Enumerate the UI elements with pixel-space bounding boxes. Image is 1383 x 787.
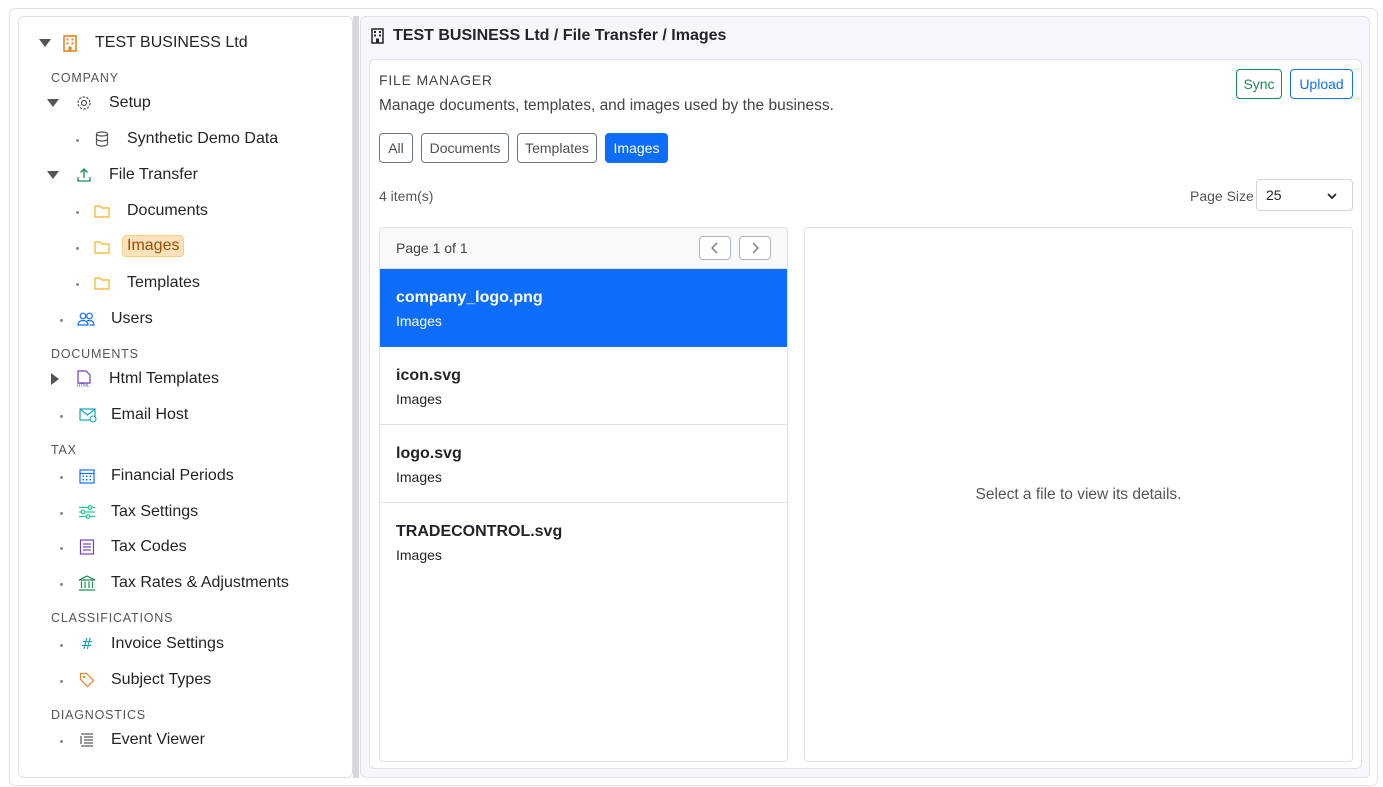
gear-icon [75, 94, 93, 112]
breadcrumb: TEST BUSINESS Ltd / File Transfer / Imag… [371, 27, 726, 45]
sidebar-item-event-viewer[interactable]: Event Viewer [111, 731, 205, 749]
main-panel: TEST BUSINESS Ltd / File Transfer / Imag… [360, 16, 1370, 778]
tree-bullet [60, 644, 63, 647]
sidebar-item-invoice-settings[interactable]: Invoice Settings [111, 635, 224, 653]
bank-icon [78, 574, 96, 592]
next-page-button[interactable] [739, 236, 771, 260]
calendar-icon [78, 467, 96, 485]
file-manager-card: FILE MANAGER Manage documents, templates… [369, 59, 1362, 769]
section-classifications: CLASSIFICATIONS [51, 611, 174, 625]
page-size-select[interactable]: 25 [1256, 179, 1353, 211]
email-icon [79, 406, 97, 424]
filter-templates[interactable]: Templates [517, 133, 597, 163]
prev-page-button[interactable] [699, 236, 731, 260]
filter-all[interactable]: All [379, 133, 413, 163]
sidebar-item-users[interactable]: Users [111, 310, 153, 328]
sidebar-item-subject-types[interactable]: Subject Types [111, 671, 211, 689]
file-name: company_logo.png [396, 289, 543, 306]
tree-bullet [76, 139, 79, 142]
section-tax: TAX [51, 443, 77, 457]
file-name: TRADECONTROL.svg [396, 523, 563, 540]
sidebar-item-email-host[interactable]: Email Host [111, 406, 188, 424]
sidebar: TEST BUSINESS Ltd COMPANY Setup Syntheti… [18, 16, 353, 778]
file-detail-panel: Select a file to view its details. [804, 227, 1353, 762]
page-size-value: 25 [1266, 187, 1282, 203]
tree-bullet [76, 283, 79, 286]
sidebar-root-label[interactable]: TEST BUSINESS Ltd [95, 34, 248, 52]
list-item[interactable]: company_logo.png Images [380, 269, 787, 347]
upload-button[interactable]: Upload [1290, 69, 1353, 99]
tree-bullet [60, 319, 63, 322]
building-icon [371, 28, 384, 44]
sidebar-item-financial-periods[interactable]: Financial Periods [111, 467, 234, 485]
sidebar-item-setup[interactable]: Setup [109, 94, 151, 112]
tree-bullet [76, 211, 79, 214]
sidebar-item-templates[interactable]: Templates [127, 274, 200, 292]
collapse-root-caret-icon[interactable] [39, 39, 51, 47]
chevron-down-icon [1326, 189, 1338, 205]
building-icon [61, 34, 79, 52]
pane-splitter[interactable] [353, 16, 359, 778]
list-item[interactable]: icon.svg Images [380, 347, 787, 425]
sidebar-item-tax-rates[interactable]: Tax Rates & Adjustments [111, 574, 289, 592]
file-type: Images [396, 469, 442, 485]
tree-bullet [60, 547, 63, 550]
file-list-pager: Page 1 of 1 [380, 228, 787, 269]
sidebar-item-documents[interactable]: Documents [127, 202, 208, 220]
collapse-file-transfer-caret-icon[interactable] [47, 171, 59, 179]
tree-bullet [60, 476, 63, 479]
sliders-icon [78, 503, 96, 521]
chevron-right-icon [752, 242, 759, 254]
section-diagnostics: DIAGNOSTICS [51, 708, 146, 722]
page-size-label: Page Size [1190, 188, 1254, 204]
sidebar-item-tax-codes[interactable]: Tax Codes [111, 538, 187, 556]
tree-bullet [76, 247, 79, 250]
folder-icon [93, 202, 111, 220]
tree-bullet [60, 512, 63, 515]
file-list: Page 1 of 1 company_logo.png Images icon… [379, 227, 788, 762]
filter-documents[interactable]: Documents [421, 133, 509, 163]
sidebar-item-file-transfer[interactable]: File Transfer [109, 166, 198, 184]
tag-icon [78, 671, 96, 689]
sync-button[interactable]: Sync [1236, 69, 1282, 99]
upload-icon [75, 166, 93, 184]
sidebar-item-synthetic-demo-data[interactable]: Synthetic Demo Data [127, 130, 278, 148]
sidebar-item-html-templates[interactable]: Html Templates [109, 370, 219, 388]
sidebar-item-images[interactable]: Images [122, 235, 185, 257]
filter-images[interactable]: Images [605, 133, 668, 163]
sidebar-item-tax-settings[interactable]: Tax Settings [111, 503, 198, 521]
tree-bullet [60, 680, 63, 683]
file-manager-title: FILE MANAGER [379, 72, 493, 88]
folder-icon [93, 238, 111, 256]
file-name: icon.svg [396, 367, 461, 384]
section-documents: DOCUMENTS [51, 347, 139, 361]
detail-placeholder: Select a file to view its details. [975, 485, 1182, 503]
file-name: logo.svg [396, 445, 462, 462]
folder-icon [93, 274, 111, 292]
log-list-icon [78, 731, 96, 749]
item-count: 4 item(s) [379, 188, 434, 204]
tree-bullet [60, 415, 63, 418]
expand-html-templates-caret-icon[interactable] [51, 373, 59, 385]
pager-text: Page 1 of 1 [396, 240, 468, 256]
svg-text:HTML: HTML [77, 383, 90, 388]
database-icon [93, 130, 111, 148]
breadcrumb-text: TEST BUSINESS Ltd / File Transfer / Imag… [393, 27, 727, 44]
collapse-setup-caret-icon[interactable] [47, 99, 59, 107]
section-company: COMPANY [51, 71, 119, 85]
file-type: Images [396, 313, 442, 329]
file-type: Images [396, 547, 442, 563]
chevron-left-icon [711, 242, 718, 254]
list-item[interactable]: logo.svg Images [380, 425, 787, 503]
users-icon [77, 310, 95, 328]
list-item[interactable]: TRADECONTROL.svg Images [380, 503, 787, 581]
html-file-icon: HTML [75, 370, 93, 388]
file-type: Images [396, 391, 442, 407]
file-manager-description: Manage documents, templates, and images … [379, 97, 834, 114]
tree-bullet [60, 583, 63, 586]
hash-icon: # [80, 635, 94, 653]
list-document-icon [78, 538, 96, 556]
tree-bullet [60, 740, 63, 743]
